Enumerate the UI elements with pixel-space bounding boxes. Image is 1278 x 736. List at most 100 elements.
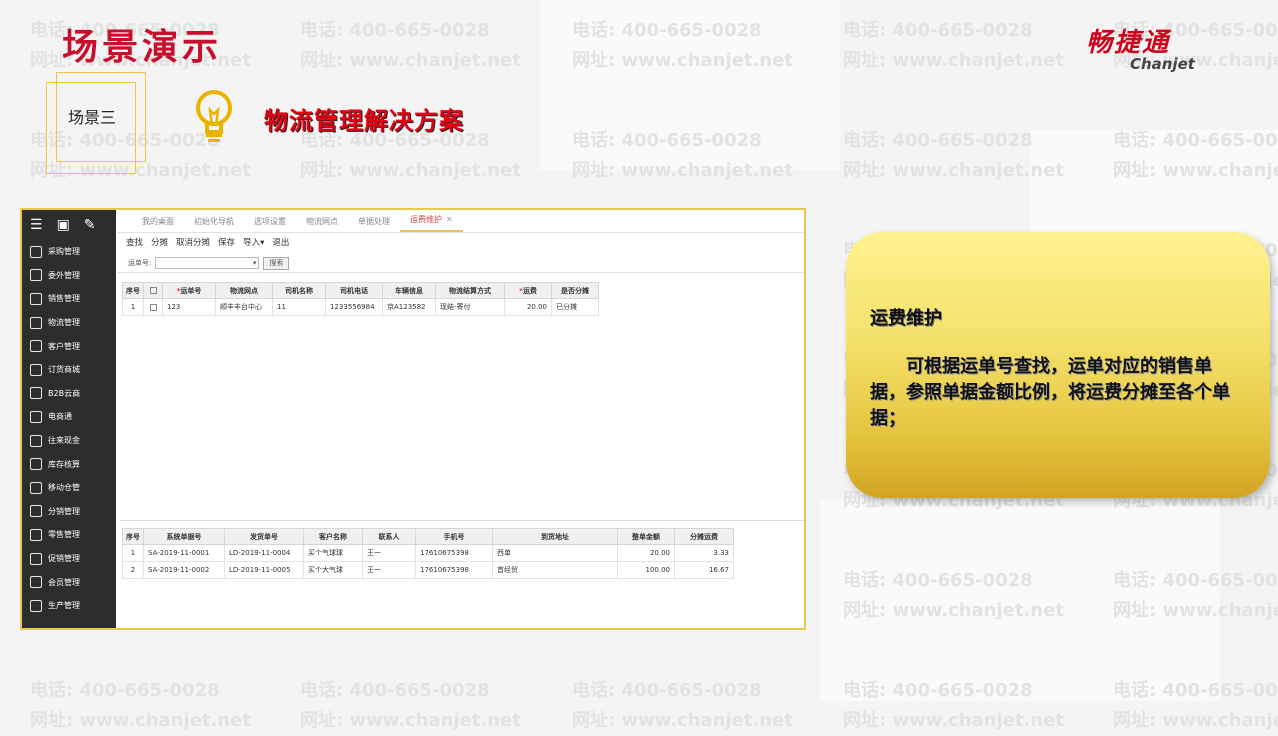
logo-english: Chanjet: [1130, 55, 1195, 73]
sidebar-item[interactable]: B2B云商: [22, 382, 116, 406]
table-cell: 1: [122, 298, 144, 316]
column-header-text: 运单号: [180, 286, 202, 295]
row-checkbox[interactable]: [149, 303, 157, 311]
sidebar-item[interactable]: 采购管理: [22, 240, 116, 264]
watermark-web: 网址: www.chanjet.net: [572, 710, 793, 731]
column-header-text: 运费: [522, 286, 537, 295]
sidebar-item[interactable]: 订货商城: [22, 358, 116, 382]
toolbar-button[interactable]: 退出: [272, 236, 289, 248]
menu-icon[interactable]: ☰: [30, 217, 43, 233]
sidebar-item[interactable]: 销售管理: [22, 287, 116, 311]
outsource-icon: [30, 269, 42, 282]
column-header: 车辆信息: [382, 282, 436, 299]
column-header: 司机名称: [272, 282, 326, 299]
select-all-checkbox[interactable]: [149, 287, 157, 294]
search-label: 运单号:: [128, 259, 152, 267]
sales-icon: [30, 292, 42, 305]
toolbar-button[interactable]: 查找: [126, 236, 143, 248]
sidebar-item[interactable]: 生产管理: [22, 594, 116, 618]
sidebar-item[interactable]: 移动仓管: [22, 476, 116, 500]
app-screenshot: ☰ ▣ ✎ 采购管理委外管理 销售管理物流管理客户管理订货商城 B2B云商 电商通 往来…: [20, 208, 806, 630]
toolbar-button[interactable]: 分摊: [151, 236, 168, 248]
column-header-text: 车辆信息: [395, 286, 423, 295]
sidebar-item-label: 客户管理: [48, 341, 80, 351]
watermark-web: 网址: www.chanjet.net: [30, 710, 251, 731]
column-header-text: 是否分摊: [561, 286, 589, 295]
table-cell: LD-2019-11-0004: [224, 544, 304, 562]
column-header: 发货单号: [224, 528, 304, 545]
column-header: 物流结算方式: [435, 282, 505, 299]
table-cell: SA-2019-11-0002: [143, 561, 225, 579]
table-cell: 1233556984: [325, 298, 383, 316]
tab-item[interactable]: 初始化导航: [184, 216, 244, 232]
table-row[interactable]: 1 SA-2019-11-0001 LD-2019-11-0004 买个气球球 王一 17…: [122, 544, 734, 562]
mall-icon: [30, 363, 42, 376]
retail-icon: [30, 528, 42, 541]
tab-item[interactable]: 物流网点: [296, 216, 348, 232]
section-divider: [120, 520, 804, 521]
watermark-phone: 电话: 400-665-0028: [300, 20, 490, 41]
sidebar-item[interactable]: 物流管理: [22, 311, 116, 335]
sidebar-item-label: 库存核算: [48, 459, 80, 469]
table-cell: 现结-寄付: [435, 298, 505, 316]
sidebar-item[interactable]: 库存核算: [22, 452, 116, 476]
tab-item[interactable]: 我的桌面: [132, 216, 184, 232]
distribution-icon: [30, 505, 42, 518]
table-cell: 20.00: [617, 544, 675, 562]
sidebar-items: 采购管理委外管理 销售管理物流管理客户管理订货商城 B2B云商 电商通 往来现金库存核算…: [22, 240, 116, 618]
sidebar-item-label: 订货商城: [48, 365, 80, 375]
sidebar-item[interactable]: 促销管理: [22, 547, 116, 571]
cash-icon: [30, 434, 42, 447]
search-button[interactable]: 搜索: [263, 256, 290, 270]
waybill-select[interactable]: ▾: [155, 257, 260, 269]
tab-item[interactable]: 单据处理: [348, 216, 400, 232]
sidebar-item[interactable]: 零售管理: [22, 523, 116, 547]
column-header: *运费: [504, 282, 552, 299]
b2b-icon: [30, 387, 42, 400]
sidebar-item[interactable]: 往来现金: [22, 429, 116, 453]
search-row: 运单号: ▾ 搜索: [118, 254, 804, 273]
table-cell: 京A123582: [382, 298, 436, 316]
toolbar-button[interactable]: 取消分摊: [176, 236, 210, 248]
description-card: 运费维护 可根据运单号查找，运单对应的销售单据，参照单据金额比例，将运费分摊至各…: [846, 232, 1270, 498]
sidebar-item[interactable]: 分销管理: [22, 500, 116, 524]
table-cell: 11: [272, 298, 326, 316]
sidebar-item-label: 采购管理: [48, 247, 80, 257]
table-row[interactable]: 2 SA-2019-11-0002 LD-2019-11-0005 买个大气球 王一 17…: [122, 561, 734, 579]
purchase-icon: [30, 245, 42, 258]
card-title: 运费维护: [870, 308, 942, 329]
sidebar-item-label: 促销管理: [48, 554, 80, 564]
column-header: 序号: [122, 528, 144, 545]
sidebar-item[interactable]: 客户管理: [22, 334, 116, 358]
watermark-text: 电话: 400-665-0028 网址: www.chanjet.net: [572, 676, 793, 736]
tab-item[interactable]: 运费维护 ✕: [400, 214, 463, 232]
watermark-text: 电话: 400-665-0028 网址: www.chanjet.net: [300, 676, 521, 736]
sidebar-item-label: 生产管理: [48, 601, 80, 611]
table-row[interactable]: 1 123 顺丰丰台中心 11 1233556984 京A123582 现结-寄付 20.00…: [122, 298, 599, 316]
close-icon[interactable]: ✕: [446, 215, 453, 224]
sidebar-item[interactable]: 会员管理: [22, 570, 116, 594]
watermark-phone: 电话: 400-665-0028: [572, 680, 762, 701]
document-icon[interactable]: ▣: [57, 217, 70, 233]
table-cell: 买个大气球: [303, 561, 363, 579]
bg-panel: [540, 0, 840, 170]
watermark-web: 网址: www.chanjet.net: [300, 50, 521, 71]
sidebar-item[interactable]: 委外管理: [22, 264, 116, 288]
column-header: 手机号: [415, 528, 493, 545]
table-cell: SA-2019-11-0001: [143, 544, 225, 562]
table-cell: 20.00: [504, 298, 552, 316]
table-cell: 3.33: [674, 544, 734, 562]
sidebar-item-label: 物流管理: [48, 318, 80, 328]
table-cell: 123: [162, 298, 216, 316]
tab-item[interactable]: 选项设置: [244, 216, 296, 232]
sidebar: ☰ ▣ ✎ 采购管理委外管理 销售管理物流管理客户管理订货商城 B2B云商 电商通 往来…: [22, 210, 116, 628]
table-cell: 16.67: [674, 561, 734, 579]
toolbar-button[interactable]: 导入▾: [243, 236, 264, 248]
production-icon: [30, 599, 42, 612]
sidebar-item[interactable]: 电商通: [22, 405, 116, 429]
toolbar-button[interactable]: 保存: [218, 236, 235, 248]
column-header: 序号: [122, 282, 144, 299]
table-cell: 王一: [362, 544, 416, 562]
column-header: 客户名称: [303, 528, 363, 545]
edit-icon[interactable]: ✎: [84, 217, 96, 233]
